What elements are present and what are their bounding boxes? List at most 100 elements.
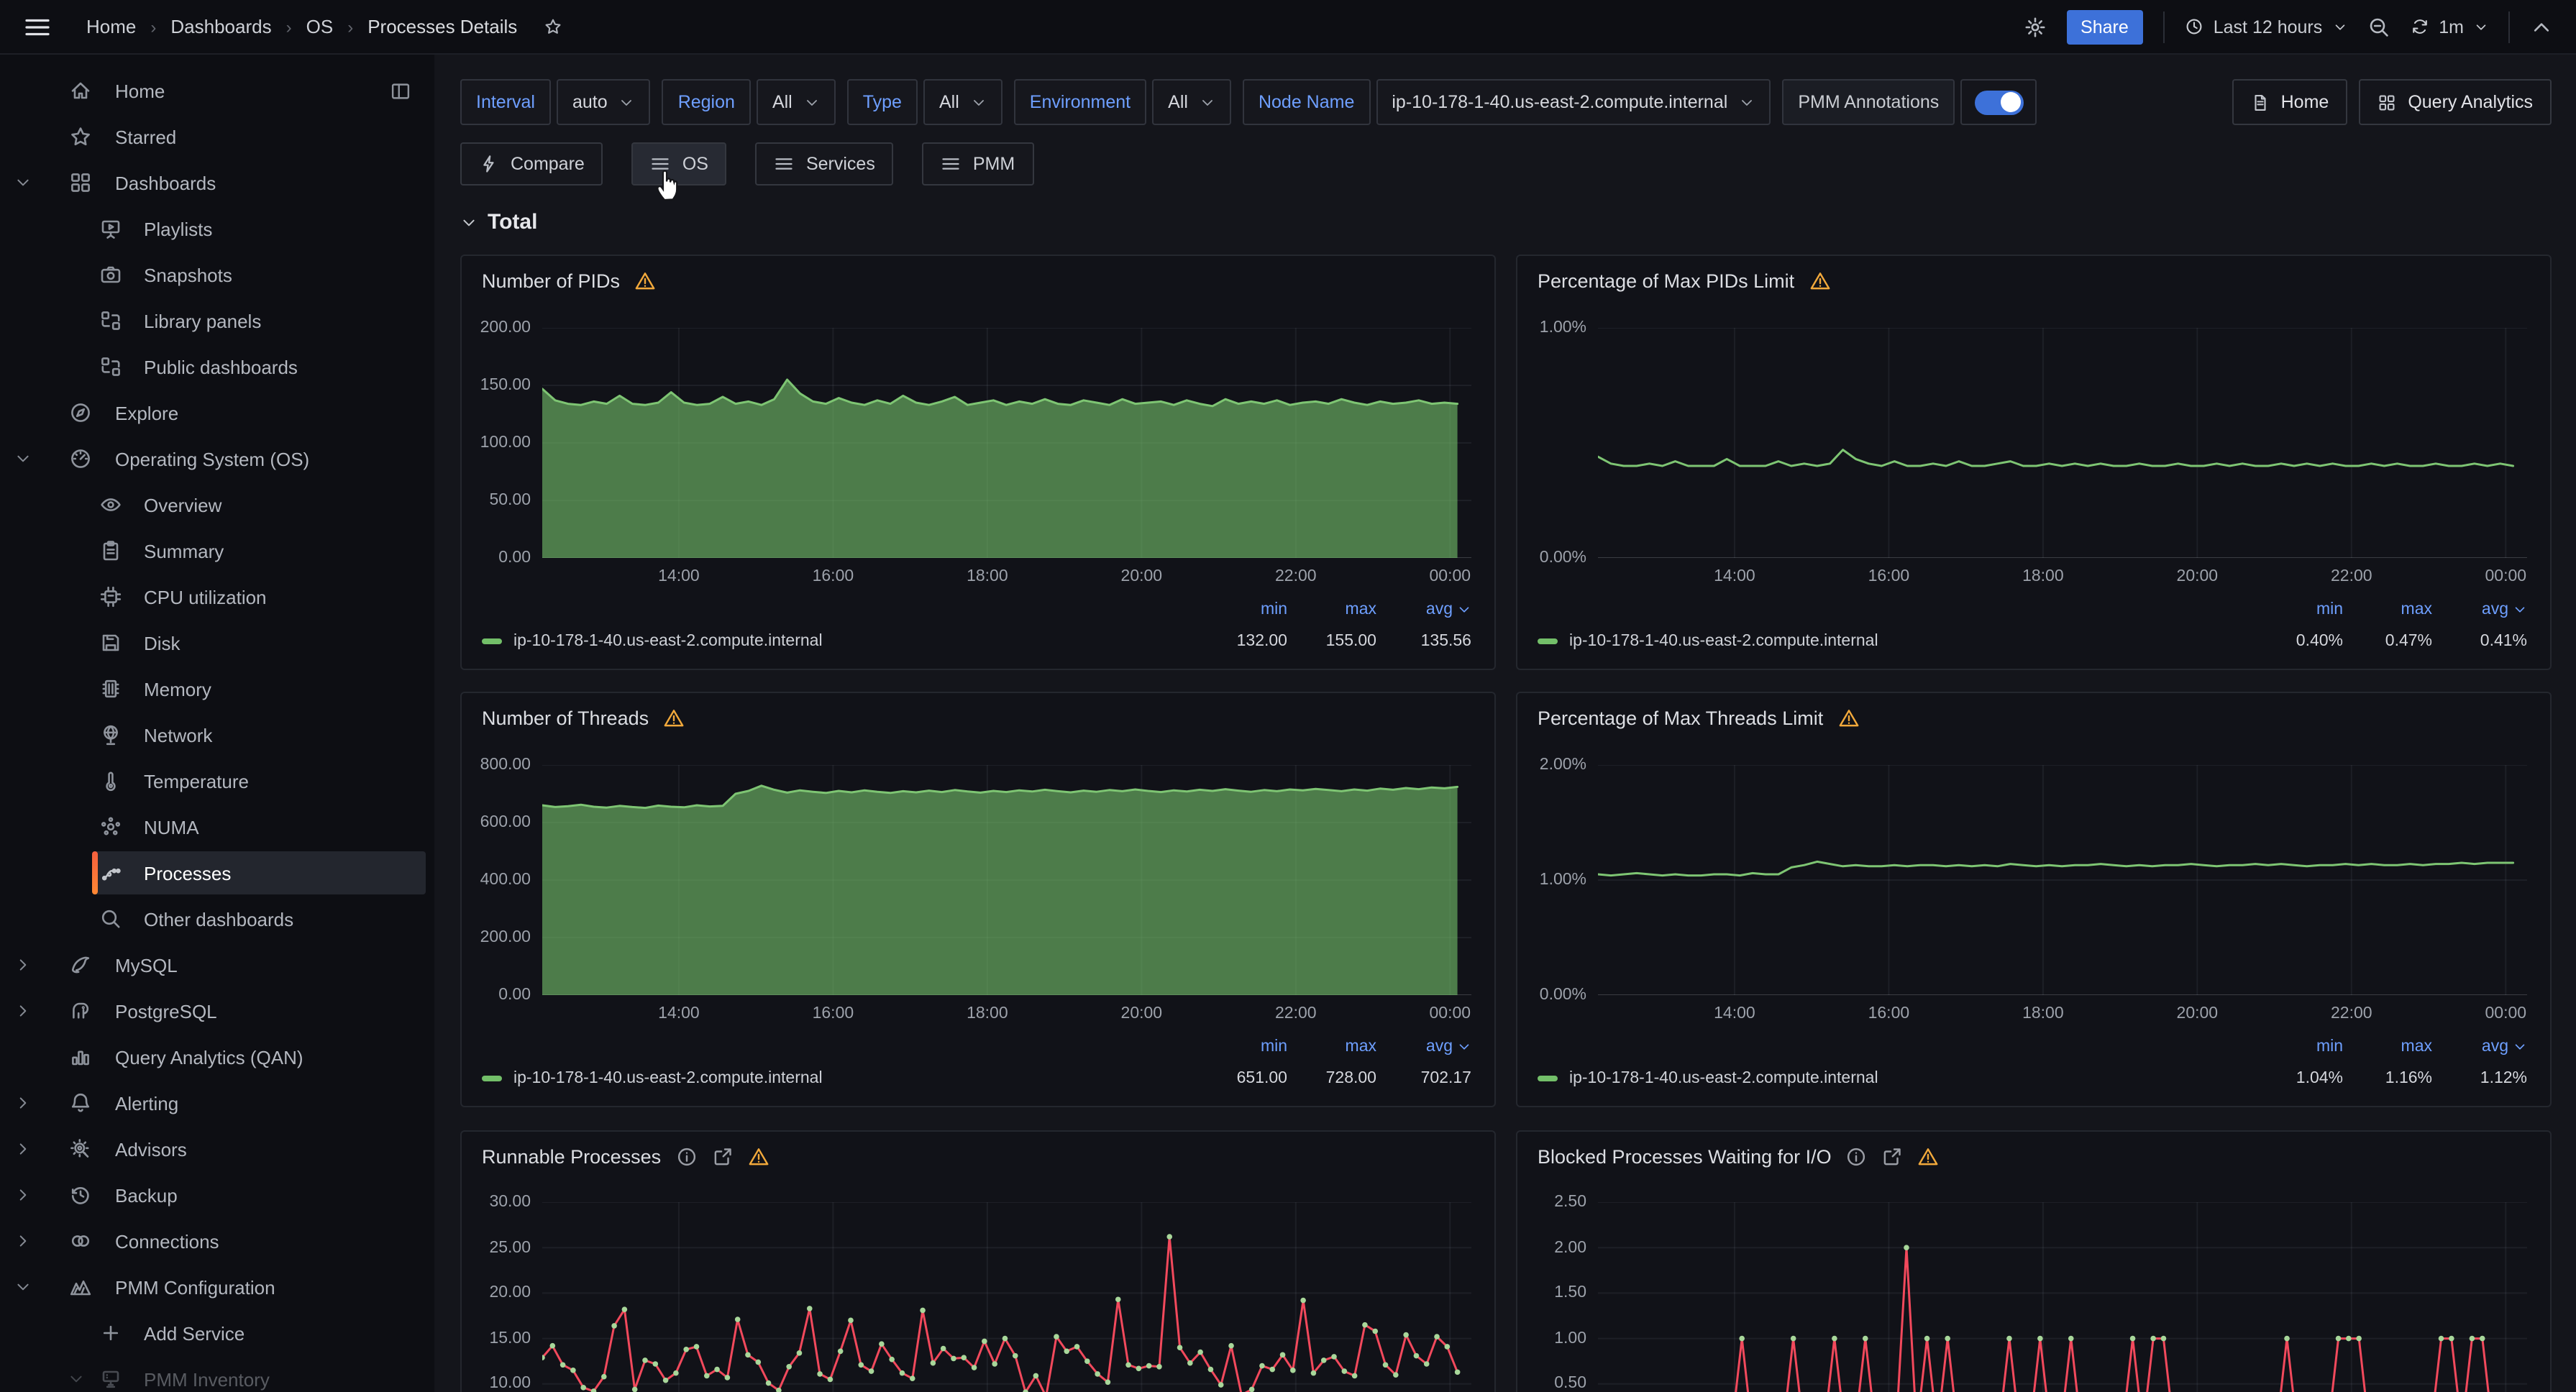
hamburger-menu-icon[interactable] [23, 12, 52, 41]
legend-sort-min[interactable]: min [2254, 601, 2343, 618]
sidebar-item-snapshots[interactable]: Snapshots [0, 252, 434, 298]
sidebar-item-overview[interactable]: Overview [0, 482, 434, 528]
sidebar-item-postgresql[interactable]: PostgreSQL [0, 988, 434, 1034]
panel-right-icon[interactable] [390, 80, 411, 101]
panel-title[interactable]: Number of Threads [482, 707, 649, 728]
sidebar-item-memory[interactable]: Memory [0, 666, 434, 712]
breadcrumb-dashboards[interactable]: Dashboards [170, 16, 271, 37]
warning-icon[interactable] [634, 270, 656, 291]
sidebar-item-explore[interactable]: Explore [0, 390, 434, 436]
series-name[interactable]: ip-10-178-1-40.us-east-2.compute.interna… [513, 1070, 1198, 1087]
legend-sort-avg[interactable]: avg [1376, 1038, 1471, 1056]
chevron-right-icon[interactable] [14, 1140, 32, 1158]
sidebar-item-pmm-configuration[interactable]: PMM Configuration [0, 1264, 434, 1310]
warning-icon[interactable] [663, 707, 685, 728]
sidebar-item-disk[interactable]: Disk [0, 620, 434, 666]
chevron-down-icon[interactable] [14, 174, 32, 191]
warning-icon[interactable] [1837, 707, 1859, 728]
breadcrumb-os[interactable]: OS [306, 16, 334, 37]
sidebar-item-backup[interactable]: Backup [0, 1172, 434, 1218]
sidebar-item-advisors[interactable]: Advisors [0, 1126, 434, 1172]
sidebar-item-dashboards[interactable]: Dashboards [0, 160, 434, 206]
zoom-out-icon[interactable] [2367, 15, 2390, 38]
sidebar-item-query-analytics-qan[interactable]: Query Analytics (QAN) [0, 1034, 434, 1080]
info-icon[interactable] [675, 1145, 697, 1167]
pmm-link-button[interactable]: PMM [923, 142, 1033, 186]
chart-number-of-threads[interactable] [542, 765, 1471, 995]
chart-pct-max-threads[interactable] [1598, 765, 2527, 995]
section-total-header[interactable]: Total [460, 210, 537, 234]
node-name-select[interactable]: ip-10-178-1-40.us-east-2.compute.interna… [1376, 79, 1771, 125]
services-link-button[interactable]: Services [756, 142, 894, 186]
region-select[interactable]: All [757, 79, 836, 125]
series-name[interactable]: ip-10-178-1-40.us-east-2.compute.interna… [513, 633, 1198, 650]
chevron-down-icon[interactable] [14, 450, 32, 467]
warning-icon[interactable] [1918, 1145, 1940, 1167]
sidebar-item-summary[interactable]: Summary [0, 528, 434, 574]
external-link-icon[interactable] [711, 1145, 733, 1167]
chevron-down-icon[interactable] [68, 1370, 85, 1388]
panel-title[interactable]: Blocked Processes Waiting for I/O [1538, 1145, 1832, 1167]
chart-number-of-pids[interactable] [542, 328, 1471, 558]
os-link-button[interactable]: OS [632, 142, 727, 186]
sidebar-item-add-service[interactable]: Add Service [0, 1310, 434, 1356]
sidebar-item-temperature[interactable]: Temperature [0, 758, 434, 804]
sidebar-item-alerting[interactable]: Alerting [0, 1080, 434, 1126]
warning-icon[interactable] [747, 1145, 769, 1167]
collapse-topbar-icon[interactable] [2530, 15, 2553, 38]
panel-title[interactable]: Percentage of Max Threads Limit [1538, 707, 1823, 728]
chart-blocked-processes[interactable] [1598, 1202, 2527, 1392]
environment-select[interactable]: All [1152, 79, 1231, 125]
legend-sort-avg[interactable]: avg [2432, 1038, 2527, 1056]
series-name[interactable]: ip-10-178-1-40.us-east-2.compute.interna… [1569, 633, 2254, 650]
info-icon[interactable] [1846, 1145, 1868, 1167]
chevron-right-icon[interactable] [14, 1186, 32, 1204]
sidebar-item-playlists[interactable]: Playlists [0, 206, 434, 252]
sidebar-item-home[interactable]: Home [0, 68, 434, 114]
sidebar-item-operating-system[interactable]: Operating System (OS) [0, 436, 434, 482]
legend-sort-avg[interactable]: avg [2432, 601, 2527, 618]
interval-select[interactable]: auto [557, 79, 651, 125]
type-select[interactable]: All [923, 79, 1002, 125]
sidebar-item-cpu-utilization[interactable]: CPU utilization [0, 574, 434, 620]
sidebar-item-processes[interactable]: Processes [0, 850, 434, 896]
pmm-annotations-toggle[interactable] [1960, 79, 2037, 125]
legend-sort-max[interactable]: max [1287, 601, 1376, 618]
chart-pct-max-pids[interactable] [1598, 328, 2527, 558]
panel-title[interactable]: Runnable Processes [482, 1145, 661, 1167]
legend-sort-max[interactable]: max [1287, 1038, 1376, 1056]
sidebar-item-mysql[interactable]: MySQL [0, 942, 434, 988]
legend-sort-avg[interactable]: avg [1376, 601, 1471, 618]
external-link-icon[interactable] [1882, 1145, 1904, 1167]
sidebar-item-numa[interactable]: NUMA [0, 804, 434, 850]
panel-title[interactable]: Percentage of Max PIDs Limit [1538, 270, 1794, 291]
legend-sort-max[interactable]: max [2343, 601, 2432, 618]
chevron-right-icon[interactable] [14, 956, 32, 974]
breadcrumb-home[interactable]: Home [86, 16, 136, 37]
legend-sort-max[interactable]: max [2343, 1038, 2432, 1056]
warning-icon[interactable] [1809, 270, 1830, 291]
favorite-star-icon[interactable] [543, 17, 562, 36]
sidebar-item-starred[interactable]: Starred [0, 114, 434, 160]
legend-sort-min[interactable]: min [1198, 601, 1287, 618]
chevron-right-icon[interactable] [14, 1232, 32, 1250]
chevron-down-icon[interactable] [14, 1278, 32, 1296]
chart-runnable-processes[interactable] [542, 1202, 1471, 1392]
sidebar-item-public-dashboards[interactable]: Public dashboards [0, 344, 434, 390]
sidebar-item-network[interactable]: Network [0, 712, 434, 758]
home-dashboard-button[interactable]: Home [2232, 79, 2348, 125]
sidebar-item-other-dashboards[interactable]: Other dashboards [0, 896, 434, 942]
chevron-right-icon[interactable] [14, 1002, 32, 1020]
query-analytics-button[interactable]: Query Analytics [2359, 79, 2552, 125]
sidebar-item-library-panels[interactable]: Library panels [0, 298, 434, 344]
dashboard-settings-gear-icon[interactable] [2023, 15, 2046, 38]
sidebar-item-connections[interactable]: Connections [0, 1218, 434, 1264]
legend-sort-min[interactable]: min [2254, 1038, 2343, 1056]
sidebar-item-pmm-inventory[interactable]: PMM Inventory [0, 1356, 434, 1392]
compare-link-button[interactable]: Compare [460, 142, 603, 186]
panel-title[interactable]: Number of PIDs [482, 270, 620, 291]
series-name[interactable]: ip-10-178-1-40.us-east-2.compute.interna… [1569, 1070, 2254, 1087]
share-button[interactable]: Share [2066, 9, 2143, 44]
chevron-right-icon[interactable] [14, 1094, 32, 1112]
legend-sort-min[interactable]: min [1198, 1038, 1287, 1056]
